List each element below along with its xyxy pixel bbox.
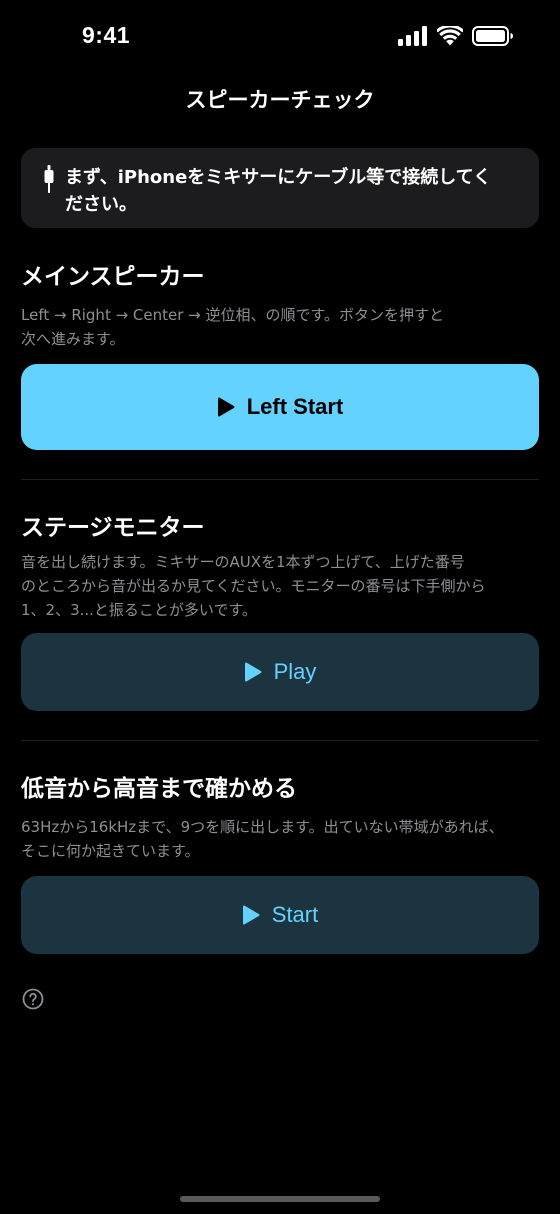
description-line: Left → Right → Center → 逆位相、の順です。ボタンを押すと bbox=[21, 306, 445, 324]
status-time: 9:41 bbox=[82, 22, 131, 48]
frequency-start-button-label: Start bbox=[271, 902, 319, 927]
stage-monitor-title: ステージモニター bbox=[21, 515, 205, 541]
info-banner-text: まず、iPhoneをミキサーにケーブル等で接続してください。 bbox=[65, 167, 492, 215]
description-line: そこに何か起きています。 bbox=[21, 842, 200, 860]
cable-icon bbox=[44, 165, 54, 193]
home-indicator[interactable] bbox=[180, 1196, 380, 1202]
section-divider bbox=[21, 740, 539, 741]
frequency-start-button[interactable]: Start bbox=[21, 876, 539, 954]
left-start-button[interactable]: Left Start bbox=[21, 364, 539, 450]
battery-icon bbox=[472, 26, 513, 46]
left-start-button-label: Left Start bbox=[246, 394, 344, 419]
description-line: 1、2、3...と振ることが多いです。 bbox=[21, 601, 257, 619]
play-icon bbox=[217, 397, 235, 417]
monitor-play-button[interactable]: Play bbox=[21, 633, 539, 711]
stage-monitor-description: 音を出し続けます。ミキサーのAUXを1本ずつ上げて、上げた番号 のところから音が… bbox=[21, 550, 541, 622]
status-icons bbox=[398, 26, 514, 46]
play-icon bbox=[242, 905, 260, 925]
cellular-signal-icon bbox=[398, 26, 427, 46]
connection-info-banner: まず、iPhoneをミキサーにケーブル等で接続してください。 bbox=[21, 148, 539, 228]
description-line: 音を出し続けます。ミキサーのAUXを1本ずつ上げて、上げた番号 bbox=[21, 553, 465, 571]
frequency-sweep-title: 低音から高音まで確かめる bbox=[21, 776, 297, 802]
play-icon bbox=[244, 662, 262, 682]
question-circle-icon[interactable] bbox=[22, 988, 44, 1010]
main-speaker-title: メインスピーカー bbox=[21, 264, 205, 290]
description-line: 次へ進みます。 bbox=[21, 330, 125, 348]
page-title: スピーカーチェック bbox=[185, 88, 375, 112]
section-divider bbox=[21, 479, 539, 480]
frequency-sweep-description: 63Hzから16kHzまで、9つを順に出します。出ていない帯域があれば、 そこに… bbox=[21, 815, 541, 863]
status-bar: 9:41 bbox=[0, 0, 560, 76]
monitor-play-button-label: Play bbox=[273, 659, 317, 684]
wifi-icon bbox=[437, 26, 463, 46]
description-line: のところから音が出るか見てください。モニターの番号は下手側から bbox=[21, 577, 486, 595]
description-line: 63Hzから16kHzまで、9つを順に出します。出ていない帯域があれば、 bbox=[21, 818, 504, 836]
main-speaker-description: Left → Right → Center → 逆位相、の順です。ボタンを押すと… bbox=[21, 303, 541, 351]
